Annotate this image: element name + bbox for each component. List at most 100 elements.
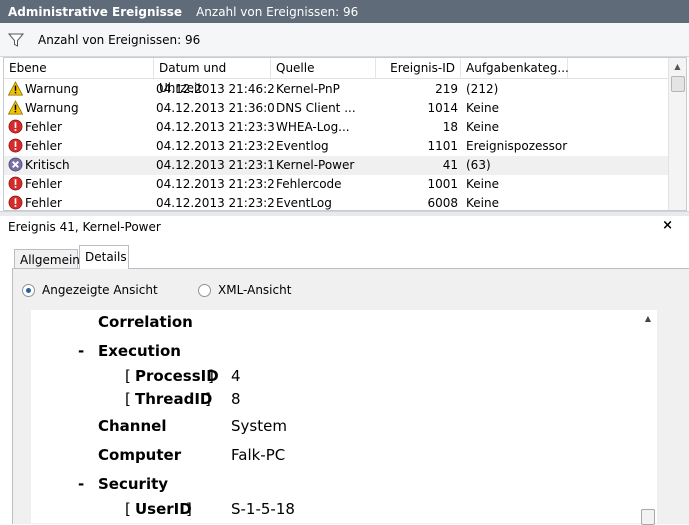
cell-level: Fehler — [8, 118, 158, 137]
filter-icon[interactable] — [8, 32, 24, 48]
collapse-toggle-security[interactable]: - — [78, 475, 84, 493]
col-header-date[interactable]: Datum und Uhrzeit — [154, 58, 271, 95]
bracket-open: [ — [125, 367, 131, 385]
xml-threadid-key: ThreadID — [135, 390, 213, 408]
view-title: Administrative Ereignisse — [8, 4, 183, 19]
col-header-event-id[interactable]: Ereignis-ID — [376, 58, 461, 78]
cell-date: 04.12.2013 21:23:36 — [156, 120, 274, 134]
col-header-task[interactable]: Aufgabenkateg... — [461, 58, 569, 78]
error-icon — [8, 138, 23, 153]
table-row[interactable]: Warnung 04.12.2013 21:46:23 Kernel-PnP 219 (… — [4, 80, 668, 99]
cell-level: Fehler — [8, 194, 158, 210]
cell-date: 04.12.2013 21:36:04 — [156, 101, 274, 115]
bracket-open: [ — [125, 390, 131, 408]
col-header-level[interactable]: Ebene — [4, 58, 154, 78]
table-row[interactable]: Fehler 04.12.2013 21:23:22 EventLog 6008 Kei… — [4, 194, 668, 210]
cell-task-category: Keine — [466, 101, 499, 115]
bracket-close: ] — [205, 390, 211, 408]
cell-source: Kernel-Power — [276, 158, 355, 172]
xml-threadid-value: 8 — [231, 390, 241, 408]
scroll-up-icon[interactable]: ▲ — [639, 310, 657, 328]
close-icon[interactable]: × — [662, 218, 673, 233]
event-detail-title: Ereignis 41, Kernel-Power — [8, 220, 161, 234]
xml-correlation: Correlation — [98, 313, 193, 331]
event-count-title: Anzahl von Ereignissen: 96 — [196, 4, 359, 19]
radio-friendly-view[interactable]: Angezeigte Ansicht — [22, 283, 158, 297]
cell-source: WHEA-Log... — [276, 120, 350, 134]
bracket-open: [ — [125, 500, 131, 518]
cell-date: 04.12.2013 21:23:24 — [156, 177, 274, 191]
cell-task-category: Keine — [466, 120, 499, 134]
warning-icon — [8, 81, 24, 96]
level-text: Kritisch — [25, 158, 70, 172]
cell-event-id: 219 — [435, 82, 458, 96]
level-text: Warnung — [25, 101, 79, 115]
cell-date: 04.12.2013 21:23:13 — [156, 158, 274, 172]
cell-event-id: 1014 — [427, 101, 458, 115]
xml-execution: Execution — [98, 342, 181, 360]
cell-source: Kernel-PnP — [276, 82, 340, 96]
cell-event-id: 1101 — [427, 139, 458, 153]
cell-event-id: 18 — [442, 120, 458, 134]
xml-computer-value: Falk-PC — [231, 446, 286, 464]
level-text: Fehler — [25, 196, 62, 210]
table-row[interactable]: Fehler 04.12.2013 21:23:24 Fehlercode 1001 K… — [4, 175, 668, 194]
xml-content-view: Correlation - Execution [ ProcessID ] 4 … — [31, 310, 657, 523]
cell-date: 04.12.2013 21:23:22 — [156, 196, 274, 210]
xml-userid-value: S-1-5-18 — [231, 500, 295, 518]
cell-task-category: (212) — [466, 82, 499, 96]
scrollbar-thumb[interactable] — [671, 76, 685, 92]
radio-xml-label: XML-Ansicht — [218, 283, 292, 297]
cell-level: Fehler — [8, 175, 158, 194]
cell-level: Fehler — [8, 137, 158, 156]
table-row[interactable]: Kritisch 04.12.2013 21:23:13 Kernel-Power 4… — [4, 156, 668, 175]
cell-source: Eventlog — [276, 139, 329, 153]
cell-event-id: 41 — [442, 158, 458, 172]
xml-computer-key: Computer — [98, 446, 182, 464]
cell-task-category: Keine — [466, 177, 499, 191]
event-detail-header: Ereignis 41, Kernel-Power × — [0, 216, 689, 238]
tab-details[interactable]: Details — [79, 245, 129, 269]
cell-source: Fehlercode — [276, 177, 342, 191]
window-title-bar: Administrative Ereignisse Anzahl von Ere… — [0, 0, 689, 23]
table-row[interactable]: Warnung 04.12.2013 21:36:04 DNS Client ...… — [4, 99, 668, 118]
xml-userid-key: UserID — [135, 500, 192, 518]
error-icon — [8, 195, 23, 210]
cell-event-id: 6008 — [427, 196, 458, 210]
cell-source: DNS Client ... — [276, 101, 356, 115]
error-icon — [8, 176, 23, 191]
xml-processid-key: ProcessID — [135, 367, 219, 385]
tab-general[interactable]: Allgemein — [14, 249, 80, 269]
cell-level: Kritisch — [8, 156, 158, 175]
level-text: Fehler — [25, 120, 62, 134]
cell-level: Warnung — [8, 99, 158, 118]
filter-bar: Anzahl von Ereignissen: 96 — [0, 23, 689, 57]
bracket-close: ] — [208, 367, 214, 385]
xml-channel-value: System — [231, 417, 287, 435]
col-header-source[interactable]: Quelle — [271, 58, 376, 78]
event-list-scrollbar[interactable]: ▲ — [668, 58, 686, 210]
level-text: Fehler — [25, 177, 62, 191]
level-text: Warnung — [25, 82, 79, 96]
xml-scrollbar[interactable]: ▲ — [639, 310, 657, 525]
radio-xml-view[interactable]: XML-Ansicht — [198, 283, 291, 297]
scroll-up-icon[interactable]: ▲ — [669, 58, 686, 75]
error-icon — [8, 119, 23, 134]
radio-unselected-icon[interactable] — [198, 283, 211, 297]
xml-security: Security — [98, 475, 169, 493]
event-list[interactable]: Ebene Datum und Uhrzeit Quelle Ereignis-… — [3, 57, 687, 211]
xml-processid-value: 4 — [231, 367, 241, 385]
radio-selected-icon[interactable] — [22, 283, 35, 297]
warning-icon — [8, 100, 24, 115]
cell-date: 04.12.2013 21:23:23 — [156, 139, 274, 153]
collapse-toggle-execution[interactable]: - — [78, 342, 84, 360]
table-row[interactable]: Fehler 04.12.2013 21:23:36 WHEA-Log... 18 Ke… — [4, 118, 668, 137]
critical-icon — [8, 157, 23, 172]
table-row[interactable]: Fehler 04.12.2013 21:23:23 Eventlog 1101 Ere… — [4, 137, 668, 156]
cell-source: EventLog — [276, 196, 332, 210]
cell-task-category: (63) — [466, 158, 491, 172]
cell-task-category: Ereignispozessor — [466, 139, 568, 153]
level-text: Fehler — [25, 139, 62, 153]
column-header-row: Ebene Datum und Uhrzeit Quelle Ereignis-… — [4, 58, 668, 95]
detail-tabs: Allgemein Details — [0, 244, 689, 269]
